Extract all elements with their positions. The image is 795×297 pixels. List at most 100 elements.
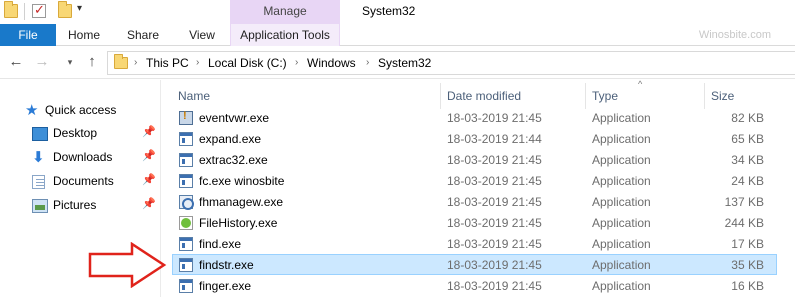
file-size: 244 KB — [724, 216, 764, 230]
application-icon — [179, 237, 193, 251]
file-type: Application — [592, 258, 651, 272]
forward-arrow-icon[interactable]: → — [34, 54, 50, 70]
sort-ascending-icon: ^ — [638, 79, 643, 89]
file-size: 137 KB — [724, 195, 764, 209]
breadcrumb-system32[interactable]: System32 — [378, 52, 431, 74]
chevron-right-icon[interactable]: › — [295, 52, 298, 74]
file-name: findstr.exe — [199, 258, 254, 272]
sidebar-item-desktop[interactable]: Desktop 📌 — [0, 123, 160, 145]
sidebar-item-downloads[interactable]: ⬇ Downloads 📌 — [0, 147, 160, 169]
file-history-icon — [179, 216, 193, 230]
file-type: Application — [592, 237, 651, 251]
event-viewer-icon — [179, 110, 193, 125]
pin-icon: 📌 — [142, 198, 156, 210]
sidebar-item-label: Documents — [53, 174, 114, 188]
breadcrumb-local-disk[interactable]: Local Disk (C:) — [208, 52, 287, 74]
chevron-right-icon[interactable]: › — [366, 52, 369, 74]
column-header-name[interactable]: Name — [172, 83, 440, 109]
up-arrow-icon[interactable]: ↑ — [84, 54, 100, 70]
file-name: extrac32.exe — [199, 153, 268, 167]
file-name: expand.exe — [199, 132, 262, 146]
file-date-modified: 18-03-2019 21:45 — [447, 195, 542, 209]
pin-icon: 📌 — [142, 174, 156, 186]
file-type: Application — [592, 195, 651, 209]
file-date-modified: 18-03-2019 21:45 — [447, 174, 542, 188]
file-row-extrac32[interactable]: extrac32.exe 18-03-2019 21:45 Applicatio… — [172, 149, 777, 170]
pin-icon: 📌 — [142, 150, 156, 162]
file-row-findstr[interactable]: findstr.exe 18-03-2019 21:45 Application… — [172, 254, 777, 275]
column-header-date-modified[interactable]: Date modified — [441, 83, 585, 109]
documents-icon — [32, 175, 45, 189]
sidebar-item-label: Downloads — [53, 150, 113, 164]
sidebar-item-pictures[interactable]: Pictures 📌 — [0, 195, 160, 217]
file-date-modified: 18-03-2019 21:45 — [447, 153, 542, 167]
back-arrow-icon[interactable]: ← — [8, 54, 24, 70]
properties-icon[interactable] — [32, 2, 46, 18]
watermark: Winosbite.com — [698, 29, 771, 41]
file-row-eventvwr[interactable]: eventvwr.exe 18-03-2019 21:45 Applicatio… — [172, 107, 777, 128]
file-type: Application — [592, 174, 651, 188]
file-date-modified: 18-03-2019 21:45 — [447, 216, 542, 230]
download-icon: ⬇ — [32, 149, 45, 166]
file-date-modified: 18-03-2019 21:45 — [447, 279, 542, 293]
folder-icon — [114, 54, 128, 69]
file-history-manager-icon — [179, 195, 194, 210]
application-icon — [179, 279, 193, 293]
file-size: 17 KB — [731, 237, 764, 251]
file-row-finger[interactable]: finger.exe 18-03-2019 21:45 Application … — [172, 275, 777, 296]
file-row-find[interactable]: find.exe 18-03-2019 21:45 Application 17… — [172, 233, 777, 254]
tab-home[interactable]: Home — [56, 24, 112, 46]
pin-icon: 📌 — [142, 126, 156, 138]
window-title: System32 — [362, 4, 416, 18]
sidebar-item-quick-access[interactable]: ★ Quick access — [0, 100, 160, 122]
file-size: 82 KB — [731, 111, 764, 125]
column-header-type[interactable]: Type — [586, 83, 704, 109]
tab-application-tools[interactable]: Application Tools — [230, 24, 340, 46]
file-type: Application — [592, 279, 651, 293]
file-name: FileHistory.exe — [199, 216, 278, 230]
navigation-bar: ← → ▾ ↑ › This PC › Local Disk (C:) › Wi… — [0, 47, 795, 79]
file-name: finger.exe — [199, 279, 252, 293]
file-name: fhmanagew.exe — [199, 195, 284, 209]
recent-locations-chevron-icon[interactable]: ▾ — [62, 54, 78, 70]
toolbar-divider — [24, 3, 25, 20]
file-name: fc.exe winosbite — [199, 174, 285, 188]
tab-file[interactable]: File — [0, 24, 56, 46]
application-icon — [179, 174, 193, 188]
chevron-right-icon[interactable]: › — [134, 52, 137, 74]
file-size: 35 KB — [731, 258, 764, 272]
annotation-arrow-icon — [88, 242, 167, 288]
tab-view[interactable]: View — [174, 24, 230, 46]
file-row-expand[interactable]: expand.exe 18-03-2019 21:44 Application … — [172, 128, 777, 149]
file-date-modified: 18-03-2019 21:44 — [447, 132, 542, 146]
sidebar-item-label: Quick access — [45, 103, 117, 117]
application-icon — [179, 153, 193, 167]
application-icon — [179, 258, 193, 272]
breadcrumb-windows[interactable]: Windows — [307, 52, 356, 74]
file-size: 16 KB — [731, 279, 764, 293]
file-list: Name Date modified Type ^ Size eventvwr.… — [160, 79, 795, 297]
file-type: Application — [592, 111, 651, 125]
column-header-size[interactable]: Size — [705, 83, 779, 109]
file-row-filehistory[interactable]: FileHistory.exe 18-03-2019 21:45 Applica… — [172, 212, 777, 233]
file-size: 65 KB — [731, 132, 764, 146]
pictures-icon — [32, 199, 48, 213]
folder-icon — [4, 1, 18, 18]
file-type: Application — [592, 132, 651, 146]
file-date-modified: 18-03-2019 21:45 — [447, 237, 542, 251]
desktop-icon — [32, 127, 48, 141]
file-date-modified: 18-03-2019 21:45 — [447, 111, 542, 125]
new-folder-icon[interactable] — [58, 1, 72, 18]
sidebar-item-label: Desktop — [53, 126, 98, 140]
title-bar: ▾ Manage System32 — [0, 0, 795, 24]
file-type: Application — [592, 216, 651, 230]
file-type: Application — [592, 153, 651, 167]
customize-toolbar-dropdown-icon[interactable]: ▾ — [77, 3, 82, 14]
chevron-right-icon[interactable]: › — [196, 52, 199, 74]
file-row-fc[interactable]: fc.exe winosbite 18-03-2019 21:45 Applic… — [172, 170, 777, 191]
sidebar-item-documents[interactable]: Documents 📌 — [0, 171, 160, 193]
tab-share[interactable]: Share — [112, 24, 174, 46]
file-row-fhmanagew[interactable]: fhmanagew.exe 18-03-2019 21:45 Applicati… — [172, 191, 777, 212]
breadcrumb-this-pc[interactable]: This PC — [146, 52, 189, 74]
address-bar[interactable]: › This PC › Local Disk (C:) › Windows › … — [107, 51, 795, 75]
